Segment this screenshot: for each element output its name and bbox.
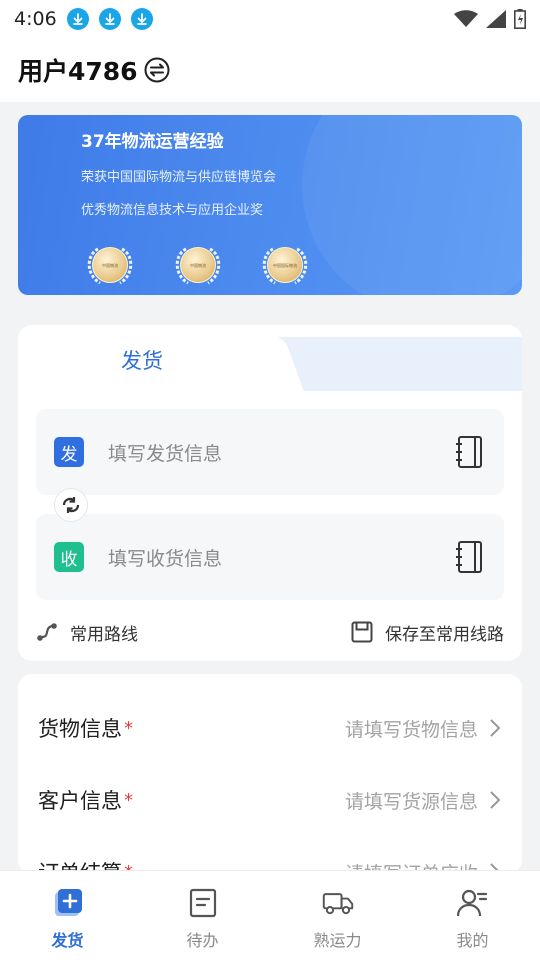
chevron-right-icon [490, 719, 501, 737]
app-header: 用户4786 [0, 38, 540, 102]
status-bar: 4:06 [0, 0, 540, 38]
award-medal: 中国物流 [168, 243, 228, 287]
nav-ship[interactable]: 发货 [0, 871, 135, 960]
truck-icon [322, 887, 354, 919]
chevron-right-icon [490, 791, 501, 809]
save-icon [351, 621, 373, 643]
sender-address-row[interactable]: 发 填写发货信息 [36, 409, 504, 495]
customer-info-label: 客户信息 [38, 789, 122, 813]
nav-ship-label: 发货 [51, 931, 84, 950]
todo-list-icon [187, 887, 219, 919]
nav-profile-label: 我的 [456, 931, 489, 950]
ship-plus-icon [52, 887, 84, 919]
receiver-badge: 收 [54, 542, 84, 572]
download-icon [130, 8, 153, 30]
award-medal: 中国物流 [80, 243, 140, 287]
receiver-placeholder: 填写收货信息 [108, 548, 223, 570]
cargo-info-label: 货物信息 [38, 717, 122, 741]
download-icon [66, 8, 89, 30]
nav-profile[interactable]: 我的 [405, 871, 540, 960]
award-medal: 中国国际物流 [255, 243, 315, 287]
bottom-nav: 发货 待办 熟运力 我的 [0, 870, 540, 960]
status-indicators [454, 9, 526, 29]
medal-text: 中国物流 [190, 262, 206, 268]
customer-info-row[interactable]: 客户信息 * 请填写货源信息 [18, 770, 522, 830]
banner-line-1: 荣获中国国际物流与供应链博览会 [81, 170, 277, 185]
tab-ship-label[interactable]: 发货 [121, 345, 163, 375]
nav-capacity[interactable]: 熟运力 [270, 871, 405, 960]
wifi-icon [454, 10, 478, 27]
swap-address-button[interactable] [54, 488, 88, 522]
address-book-icon[interactable] [454, 540, 486, 574]
sender-badge: 发 [54, 437, 84, 467]
sender-placeholder: 填写发货信息 [108, 443, 223, 465]
user-name: 用户4786 [18, 57, 138, 86]
shipping-card: 发货 发 填写发货信息 收 填写收货信息 常用路线 保存至常用线路 [18, 325, 522, 661]
route-icon [37, 623, 57, 641]
nav-todo-label: 待办 [186, 931, 219, 950]
receiver-address-row[interactable]: 收 填写收货信息 [36, 514, 504, 600]
route-actions: 常用路线 保存至常用线路 [18, 617, 522, 647]
banner-line-2: 优秀物流信息技术与应用企业奖 [81, 203, 264, 218]
signal-icon [486, 10, 506, 28]
required-mark: * [124, 789, 133, 811]
status-time: 4:06 [14, 8, 57, 30]
profile-icon [456, 887, 489, 919]
switch-account-icon[interactable] [144, 57, 170, 83]
banner-title: 37年物流运营经验 [81, 132, 224, 152]
cargo-info-placeholder: 请填写货物信息 [344, 718, 478, 741]
common-route-button[interactable]: 常用路线 [36, 620, 138, 645]
save-route-label: 保存至常用线路 [385, 624, 504, 645]
medal-text: 中国物流 [102, 262, 118, 268]
customer-info-placeholder: 请填写货源信息 [344, 790, 478, 813]
cargo-info-row[interactable]: 货物信息 * 请填写货物信息 [18, 698, 522, 758]
order-info-card: 货物信息 * 请填写货物信息 客户信息 * 请填写货源信息 订单结算 * 请填写… [18, 674, 522, 874]
promo-banner[interactable]: 37年物流运营经验 荣获中国国际物流与供应链博览会 优秀物流信息技术与应用企业奖… [18, 115, 522, 295]
required-mark: * [124, 717, 133, 739]
address-book-icon[interactable] [454, 435, 486, 469]
swap-icon [62, 497, 80, 513]
battery-icon [514, 9, 526, 29]
nav-todo[interactable]: 待办 [135, 871, 270, 960]
medal-text: 中国国际物流 [273, 262, 297, 268]
save-route-button[interactable]: 保存至常用线路 [351, 620, 504, 645]
common-route-label: 常用路线 [70, 624, 138, 645]
nav-capacity-label: 熟运力 [313, 931, 362, 950]
download-icon [98, 8, 121, 30]
